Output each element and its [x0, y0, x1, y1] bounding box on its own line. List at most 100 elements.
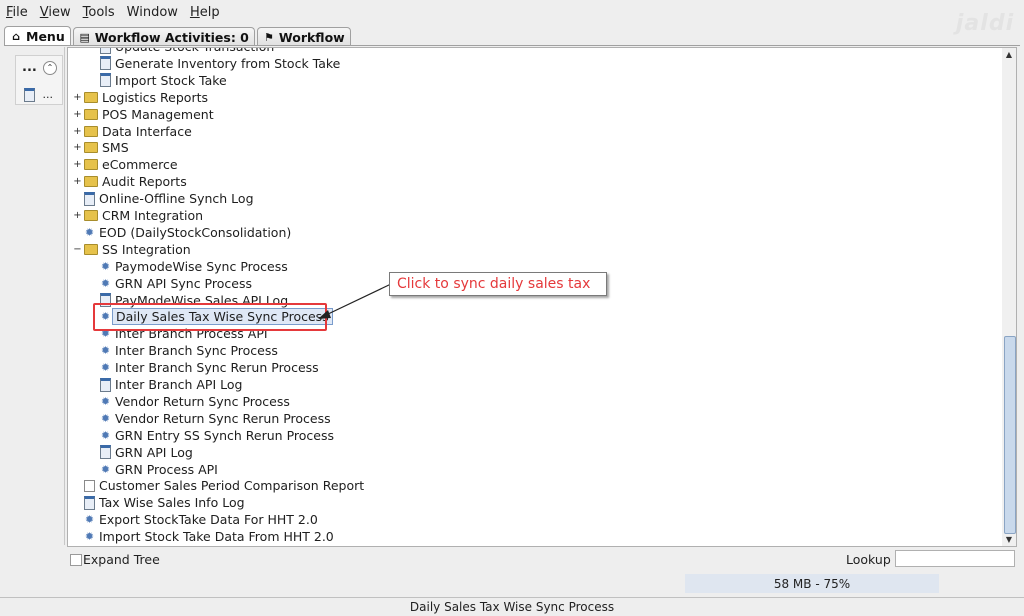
process-gear-icon: ✹ [84, 530, 95, 544]
tree-item[interactable]: ✹ Export StockTake Data For HHT 2.0 [73, 511, 318, 528]
tab-workflow[interactable]: ⚑ Workflow [256, 27, 351, 46]
tree-item[interactable]: + Data Interface [73, 123, 192, 140]
home-icon: ⌂ [12, 30, 20, 43]
tree-item-label: Data Interface [102, 123, 192, 139]
expand-tree-checkbox[interactable] [70, 554, 82, 566]
process-gear-icon: ✹ [100, 361, 111, 375]
document-icon [84, 191, 95, 206]
left-panel-item[interactable]: ... [24, 88, 53, 102]
tree-item-label: CRM Integration [102, 208, 204, 223]
scroll-up-icon[interactable]: ▲ [1003, 49, 1015, 60]
tree-connector [89, 363, 98, 372]
tree-item[interactable]: ✹ Vendor Return Sync Rerun Process [89, 410, 331, 427]
expand-icon[interactable]: + [73, 211, 82, 221]
tree-connector [89, 380, 98, 389]
folder-icon [84, 91, 98, 103]
tree-item-label: Audit Reports [102, 174, 187, 190]
scroll-down-icon[interactable]: ▼ [1003, 534, 1015, 545]
tree-connector [73, 532, 82, 541]
expand-icon[interactable]: + [73, 92, 82, 102]
tree-connector [89, 431, 98, 440]
tree-connector [89, 262, 98, 271]
tree-item[interactable]: − SS Integration [73, 241, 190, 258]
tree-item-label: eCommerce [102, 157, 178, 173]
left-panel: ... ⌃ ... [5, 47, 65, 545]
tree-item-label: Update Stock Transaction [115, 48, 274, 54]
tree-item[interactable]: + Audit Reports [73, 173, 187, 190]
tree-item[interactable]: Update Stock Transaction [89, 48, 274, 55]
tree-item[interactable]: ✹ GRN Process API [89, 461, 218, 478]
tree-item-label: GRN API Log [115, 444, 193, 460]
tree-item[interactable]: ✹ GRN Entry SS Synch Rerun Process [89, 427, 334, 444]
status-bar: Daily Sales Tax Wise Sync Process [0, 597, 1024, 616]
workflow-icon: ⚑ [263, 30, 274, 44]
tree-item[interactable]: + eCommerce [73, 156, 178, 173]
tree-connector [89, 346, 98, 355]
tree-item[interactable]: + Logistics Reports [73, 89, 208, 106]
tree-item[interactable]: ✹ PaymodeWise Sync Process [89, 258, 288, 275]
tree-item[interactable]: + CRM Integration [73, 207, 203, 224]
process-gear-icon: ✹ [84, 513, 95, 527]
document-icon [100, 377, 111, 392]
tree-item-label: Vendor Return Sync Process [115, 393, 290, 409]
tree-vertical-scrollbar[interactable]: ▲ ▼ [1002, 47, 1017, 547]
tree-item[interactable]: Tax Wise Sales Info Log [73, 494, 245, 511]
tree-item[interactable]: ✹ EOD (DailyStockConsolidation) [73, 224, 291, 241]
document-icon [100, 445, 111, 460]
tree-item[interactable]: Import Stock Take [89, 72, 227, 89]
lookup-label: Lookup [846, 552, 891, 567]
tree-bottom-bar: Expand Tree Lookup [67, 549, 1017, 569]
tree-item[interactable]: Inter Branch API Log [89, 376, 242, 393]
tree-item[interactable]: ✹ Inter Branch Sync Rerun Process [89, 359, 319, 376]
expand-icon[interactable]: + [73, 160, 82, 170]
expand-icon[interactable]: + [73, 109, 82, 119]
list-icon: ▤ [79, 30, 90, 44]
callout-annotation: Click to sync daily sales tax [389, 272, 607, 296]
collapse-up-icon[interactable]: ⌃ [43, 61, 57, 75]
tree-item-label: Inter Branch Sync Process [115, 343, 278, 359]
document-icon [84, 495, 95, 510]
tree-connector [89, 48, 98, 51]
menu-window[interactable]: Window [121, 5, 184, 20]
tree-item[interactable]: Customer Sales Period Comparison Report [73, 477, 364, 494]
process-gear-icon: ✹ [100, 462, 111, 476]
process-gear-icon: ✹ [100, 394, 111, 408]
tree-item[interactable]: ✹ Inter Branch Sync Process [89, 342, 278, 359]
expand-icon[interactable]: + [73, 143, 82, 153]
menu-bar: File View Tools Window Help [0, 0, 1024, 24]
process-gear-icon: ✹ [100, 411, 111, 425]
highlight-box [93, 303, 327, 331]
left-panel-group: ... ⌃ ... [15, 55, 63, 105]
lookup-input[interactable] [895, 550, 1015, 567]
menu-tools[interactable]: Tools [77, 5, 121, 20]
tree-item[interactable]: Generate Inventory from Stock Take [89, 55, 340, 72]
collapse-icon[interactable]: − [73, 244, 82, 254]
memory-indicator[interactable]: 58 MB - 75% [685, 574, 939, 593]
menu-help[interactable]: Help [184, 5, 226, 20]
tree-connector [73, 194, 82, 203]
tree-item-label: Inter Branch Sync Rerun Process [115, 360, 319, 376]
tab-menu[interactable]: ⌂ Menu [4, 26, 71, 46]
scroll-thumb[interactable] [1004, 336, 1016, 534]
process-gear-icon: ✹ [84, 225, 95, 239]
expand-icon[interactable]: + [73, 126, 82, 136]
menu-file[interactable]: File [0, 5, 34, 20]
expand-icon[interactable]: + [73, 177, 82, 187]
tree-item[interactable]: ✹ GRN API Sync Process [89, 275, 252, 292]
tab-divider [4, 45, 1020, 46]
tree-item-label: Logistics Reports [102, 89, 208, 105]
tree-item[interactable]: + POS Management [73, 106, 213, 123]
tree-item[interactable]: Online-Offline Synch Log [73, 190, 254, 207]
tree-item-label: EOD (DailyStockConsolidation) [99, 224, 292, 240]
tree-item[interactable]: ✹ Import Stock Take Data From HHT 2.0 [73, 528, 334, 545]
menu-view[interactable]: View [34, 5, 77, 20]
tab-workflow-activities-0[interactable]: ▤ Workflow Activities: 0 [72, 27, 255, 46]
tree-item[interactable]: ✹ Vendor Return Sync Process [89, 393, 290, 410]
tree-item[interactable]: GRN API Log [89, 444, 193, 461]
folder-icon [84, 159, 98, 171]
tree-connector [89, 397, 98, 406]
folder-icon [84, 176, 98, 188]
tree-item-label: Import Stock Take [115, 72, 227, 88]
left-panel-dots[interactable]: ... [22, 60, 37, 75]
tree-item[interactable]: + SMS [73, 139, 128, 156]
